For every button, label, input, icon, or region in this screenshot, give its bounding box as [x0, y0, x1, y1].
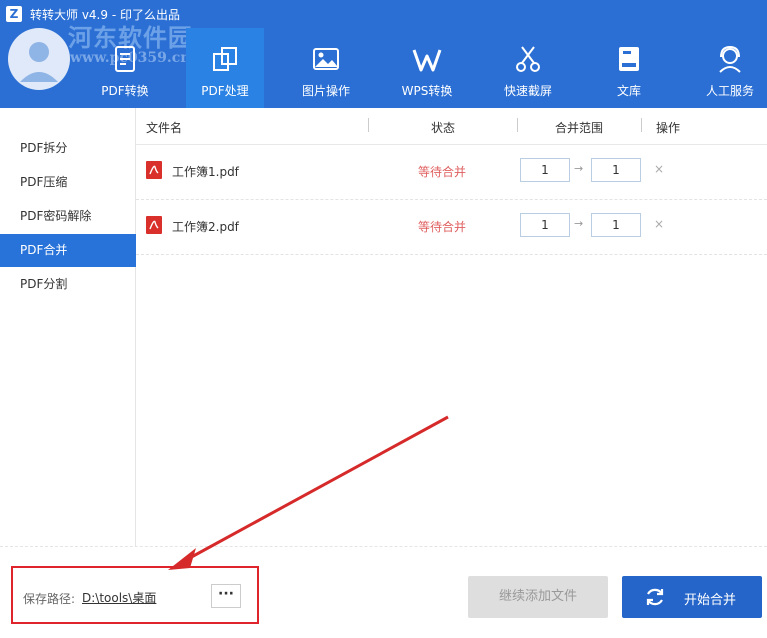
- range-to-input[interactable]: 1: [591, 213, 641, 237]
- nav-label: 文库: [616, 84, 641, 98]
- save-path-highlight: 保存路径: D:\tools\桌面 ···: [11, 566, 259, 624]
- pdf-process-icon: [213, 47, 237, 71]
- range-arrow-icon: →: [574, 217, 584, 230]
- nav-image[interactable]: 图片操作: [287, 28, 365, 108]
- range-arrow-icon: →: [574, 162, 584, 175]
- pdf-file-icon: [146, 216, 162, 234]
- file-table: 文件名 状态 合并范围 操作 工作簿1.pdf 等待合并 1 → 1 × 工作簿…: [136, 108, 767, 546]
- nav-label: 人工服务: [705, 84, 754, 98]
- main-nav: PDF转换 PDF处理 图片操作 WPS转换 快速截屏 文库 人工服务: [0, 28, 767, 108]
- nav-library[interactable]: 文库: [590, 28, 668, 108]
- sidebar-item-pdf-unlock[interactable]: PDF密码解除: [0, 200, 136, 233]
- headset-icon: [719, 45, 741, 73]
- nav-pdf-process[interactable]: PDF处理: [186, 28, 264, 108]
- column-header-action: 操作: [656, 121, 681, 135]
- sidebar-item-pdf-compress[interactable]: PDF压缩: [0, 166, 136, 199]
- image-icon: [313, 48, 339, 70]
- table-row: 工作簿2.pdf 等待合并 1 → 1 ×: [136, 200, 767, 255]
- browse-button[interactable]: ···: [211, 584, 241, 608]
- start-merge-button[interactable]: 开始合并: [622, 576, 762, 618]
- column-header-range: 合并范围: [555, 121, 604, 135]
- file-name: 工作簿1.pdf: [172, 165, 239, 179]
- delete-icon[interactable]: ×: [654, 162, 664, 176]
- file-name: 工作簿2.pdf: [172, 220, 239, 234]
- nav-label: 图片操作: [301, 84, 350, 98]
- pdf-file-icon: [146, 161, 162, 179]
- app-logo-icon: Z: [6, 6, 22, 22]
- delete-icon[interactable]: ×: [654, 217, 664, 231]
- window-title: 转转大师 v4.9 - 印了么出品: [30, 8, 180, 22]
- column-divider: [368, 118, 369, 132]
- column-divider: [517, 118, 518, 132]
- pdf-convert-icon: [115, 46, 135, 72]
- library-icon: [619, 47, 639, 71]
- sidebar: PDF拆分 PDF压缩 PDF密码解除 PDF合并 PDF分割: [0, 108, 136, 546]
- nav-screenshot[interactable]: 快速截屏: [489, 28, 567, 108]
- sidebar-item-pdf-divide[interactable]: PDF分割: [0, 268, 136, 301]
- nav-label: PDF处理: [201, 84, 249, 98]
- save-path-label: 保存路径:: [23, 592, 76, 606]
- refresh-icon: [646, 588, 664, 606]
- range-to-input[interactable]: 1: [591, 158, 641, 182]
- column-header-name: 文件名: [146, 121, 183, 135]
- title-bar: Z 转转大师 v4.9 - 印了么出品: [0, 0, 767, 28]
- footer-divider: [0, 546, 767, 547]
- sidebar-item-pdf-split[interactable]: PDF拆分: [0, 132, 136, 165]
- wps-icon: [412, 49, 442, 72]
- scissors-icon: [516, 46, 540, 72]
- status-text: 等待合并: [418, 165, 467, 179]
- nav-pdf-convert[interactable]: PDF转换: [86, 28, 164, 108]
- column-divider: [641, 118, 642, 132]
- nav-label: PDF转换: [101, 84, 149, 98]
- add-files-button[interactable]: 继续添加文件: [468, 576, 608, 618]
- app-header: Z 转转大师 v4.9 - 印了么出品 河东软件园 www.pc0359.cn …: [0, 0, 767, 108]
- status-text: 等待合并: [418, 220, 467, 234]
- nav-label: 快速截屏: [503, 84, 552, 98]
- nav-wps[interactable]: WPS转换: [388, 28, 466, 108]
- save-path-link[interactable]: D:\tools\桌面: [82, 589, 156, 606]
- nav-service[interactable]: 人工服务: [691, 28, 767, 108]
- nav-label: WPS转换: [401, 84, 453, 98]
- column-header-status: 状态: [431, 121, 456, 135]
- table-row: 工作簿1.pdf 等待合并 1 → 1 ×: [136, 145, 767, 200]
- range-from-input[interactable]: 1: [520, 158, 570, 182]
- range-from-input[interactable]: 1: [520, 213, 570, 237]
- sidebar-item-pdf-merge[interactable]: PDF合并: [0, 234, 136, 267]
- start-merge-label: 开始合并: [684, 593, 737, 608]
